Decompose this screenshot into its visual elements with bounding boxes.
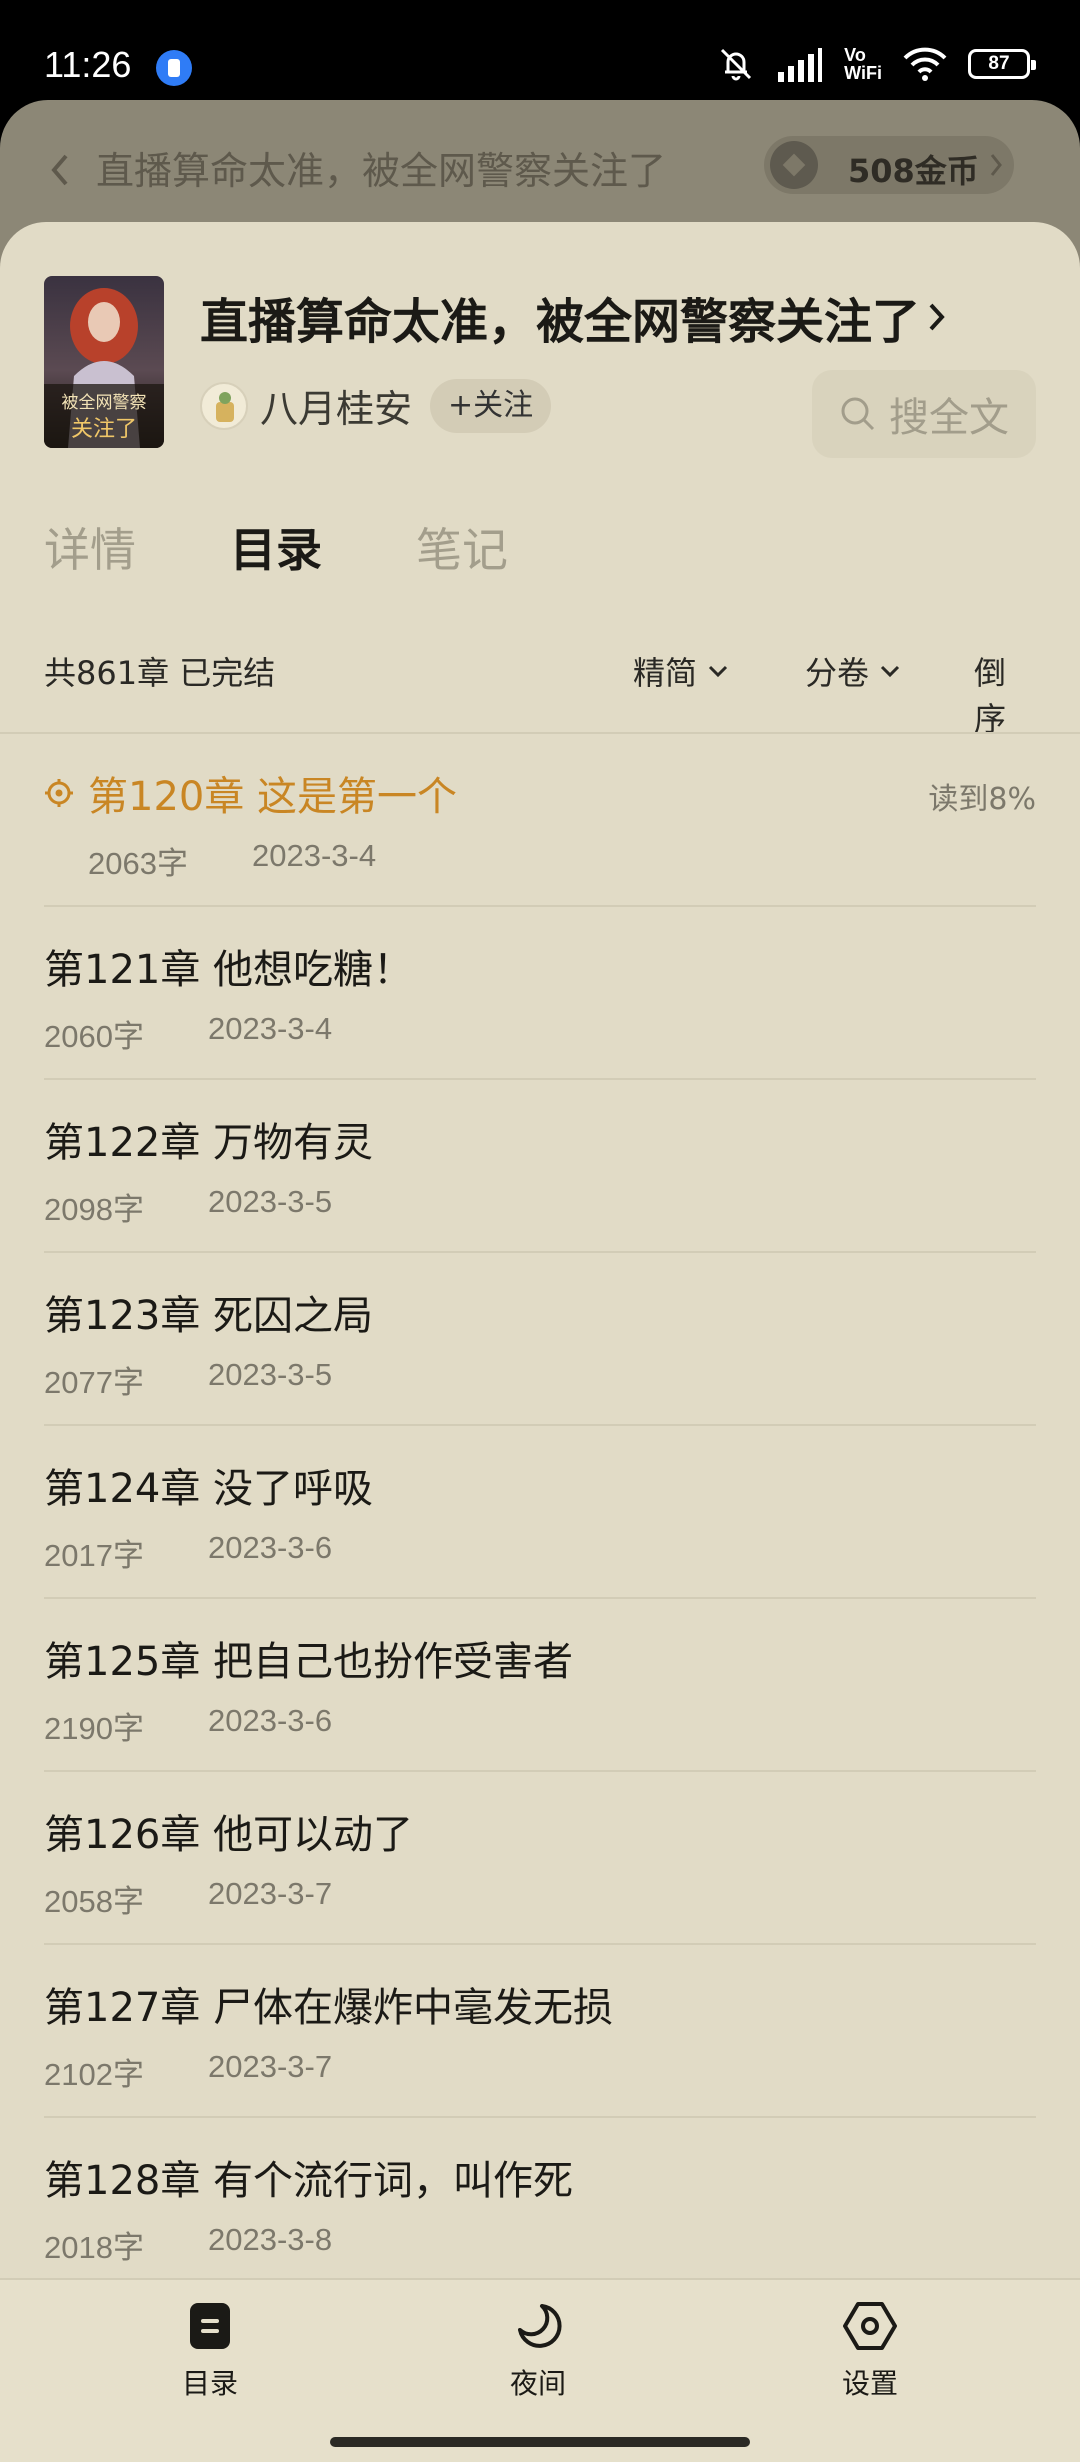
chapter-word-count: 2063字 <box>88 846 188 881</box>
chapter-date: 2023-3-7 <box>208 1876 333 1911</box>
chapter-date: 2023-3-7 <box>208 2049 333 2084</box>
chapter-date: 2023-3-4 <box>208 1011 333 1046</box>
book-cover-art: 被全网警察 关注了 <box>44 276 164 448</box>
filter-volume-dropdown[interactable]: 分卷 <box>805 648 901 694</box>
app-notification-icon <box>156 50 192 86</box>
chapter-title: 第124章 没了呼吸 <box>44 1466 374 1512</box>
filter-simplified-dropdown[interactable]: 精简 <box>633 648 729 694</box>
chapter-title: 第120章 这是第一个 <box>88 774 458 820</box>
author-avatar[interactable] <box>200 381 248 430</box>
settings-hexagon-icon <box>843 2302 897 2350</box>
chapter-word-count: 2190字 <box>44 1711 144 1746</box>
chapter-item[interactable]: 第121章 他想吃糖！ 2060字 2023-3-4 <box>44 907 1036 1080</box>
background-book-title: 直播算命太准，被全网警察关注了 <box>96 149 667 193</box>
filter-simplified-label: 精简 <box>633 654 698 692</box>
chevron-right-icon <box>990 154 1002 176</box>
home-indicator[interactable] <box>330 2437 750 2447</box>
mute-bell-icon <box>721 48 752 81</box>
current-location-icon <box>45 779 73 807</box>
chapter-title: 第123章 死囚之局 <box>44 1293 374 1339</box>
chapter-word-count: 2058字 <box>44 1884 144 1919</box>
sort-reverse-button[interactable]: 倒序 <box>974 648 1036 740</box>
status-icons: Vo WiFi 87 <box>716 44 1036 84</box>
nav-settings-label: 设置 <box>841 2367 898 2400</box>
coins-pill[interactable]: 508金币 <box>764 136 1014 194</box>
vowifi-bottom: WiFi <box>844 63 882 83</box>
chapter-title: 第122章 万物有灵 <box>44 1120 374 1166</box>
chapter-item[interactable]: 第123章 死囚之局 2077字 2023-3-5 <box>44 1253 1036 1426</box>
chapter-item[interactable]: 第128章 有个流行词，叫作死 2018字 2023-3-8 <box>44 2118 1036 2291</box>
wifi-icon <box>903 47 947 81</box>
chapter-item[interactable]: 第126章 他可以动了 2058字 2023-3-7 <box>44 1772 1036 1945</box>
chapter-list: 第120章 这是第一个 读到8% 2063字 2023-3-4 第121章 他想… <box>44 734 1036 2291</box>
book-title: 直播算命太准，被全网警察关注了 <box>200 294 921 350</box>
follow-button[interactable]: +关注 <box>430 378 552 433</box>
chapter-word-count: 2098字 <box>44 1192 144 1227</box>
chapter-word-count: 2017字 <box>44 1538 144 1573</box>
chapter-count: 共861章 已完结 <box>44 654 276 692</box>
catalog-sheet: 被全网警察 关注了 直播算命太准，被全网警察关注了 八月桂安 +关注 搜全文 详… <box>0 222 1080 2460</box>
search-fulltext-button[interactable]: 搜全文 <box>812 370 1036 458</box>
catalog-meta-row: 共861章 已完结 精简 分卷 倒序 <box>44 642 1036 738</box>
chevron-down-icon <box>708 665 728 678</box>
catalog-icon <box>190 2303 230 2349</box>
tab-bar: 详情 目录 笔记 <box>44 514 508 580</box>
chapter-title: 第126章 他可以动了 <box>44 1812 414 1858</box>
vowifi-icon: Vo WiFi <box>844 46 882 82</box>
chapter-item-current[interactable]: 第120章 这是第一个 读到8% 2063字 2023-3-4 <box>44 734 1036 907</box>
chapter-item[interactable]: 第125章 把自己也扮作受害者 2190字 2023-3-6 <box>44 1599 1036 1772</box>
book-title-link[interactable]: 直播算命太准，被全网警察关注了 <box>200 282 948 352</box>
vowifi-top: Vo <box>844 45 866 65</box>
status-time: 11:26 <box>44 44 132 85</box>
chapter-date: 2023-3-6 <box>208 1530 333 1565</box>
author-name[interactable]: 八月桂安 <box>260 378 412 433</box>
coin-icon <box>770 141 818 189</box>
author-row: 八月桂安 +关注 <box>200 378 552 433</box>
chapter-word-count: 2102字 <box>44 2057 144 2092</box>
chapter-item[interactable]: 第127章 尸体在爆炸中毫发无损 2102字 2023-3-7 <box>44 1945 1036 2118</box>
filter-volume-label: 分卷 <box>805 654 870 692</box>
tab-notes[interactable]: 笔记 <box>416 514 508 580</box>
chapter-title: 第127章 尸体在爆炸中毫发无损 <box>44 1985 614 2031</box>
tab-catalog[interactable]: 目录 <box>230 514 322 580</box>
nav-night-label: 夜间 <box>509 2367 566 2400</box>
nav-catalog[interactable]: 目录 <box>130 2300 290 2402</box>
chapter-word-count: 2018字 <box>44 2230 144 2265</box>
nav-settings[interactable]: 设置 <box>790 2300 950 2402</box>
signal-icon <box>778 48 823 82</box>
chevron-down-icon <box>880 665 900 678</box>
chapter-title: 第121章 他想吃糖！ <box>44 947 414 993</box>
chapter-word-count: 2060字 <box>44 1019 144 1054</box>
search-placeholder: 搜全文 <box>889 395 1009 441</box>
battery-icon: 87 <box>968 49 1036 79</box>
nav-night-mode[interactable]: 夜间 <box>458 2300 618 2402</box>
back-chevron-icon[interactable] <box>46 150 76 190</box>
moon-icon <box>518 2304 562 2348</box>
tab-details[interactable]: 详情 <box>44 514 136 580</box>
book-cover[interactable]: 被全网警察 关注了 <box>44 276 164 448</box>
chapter-date: 2023-3-8 <box>208 2222 333 2257</box>
chapter-item[interactable]: 第124章 没了呼吸 2017字 2023-3-6 <box>44 1426 1036 1599</box>
chapter-date: 2023-3-5 <box>208 1357 333 1392</box>
cover-title-bottom: 关注了 <box>71 417 137 442</box>
chapter-date: 2023-3-4 <box>252 838 377 873</box>
chapter-word-count: 2077字 <box>44 1365 144 1400</box>
chapter-title: 第125章 把自己也扮作受害者 <box>44 1639 574 1685</box>
chapter-date: 2023-3-6 <box>208 1703 333 1738</box>
status-bar: 11:26 Vo WiFi 87 <box>0 0 1080 100</box>
chevron-right-icon <box>929 303 945 331</box>
chapter-title: 第128章 有个流行词，叫作死 <box>44 2158 574 2204</box>
nav-catalog-label: 目录 <box>181 2367 238 2400</box>
coins-balance: 508金币 <box>848 152 979 190</box>
read-progress: 读到8% <box>928 782 1036 817</box>
bottom-nav: 目录 夜间 设置 <box>0 2278 1080 2462</box>
cover-title-top: 被全网警察 <box>62 393 147 413</box>
chapter-date: 2023-3-5 <box>208 1184 333 1219</box>
chapter-item[interactable]: 第122章 万物有灵 2098字 2023-3-5 <box>44 1080 1036 1253</box>
search-icon <box>841 397 875 431</box>
